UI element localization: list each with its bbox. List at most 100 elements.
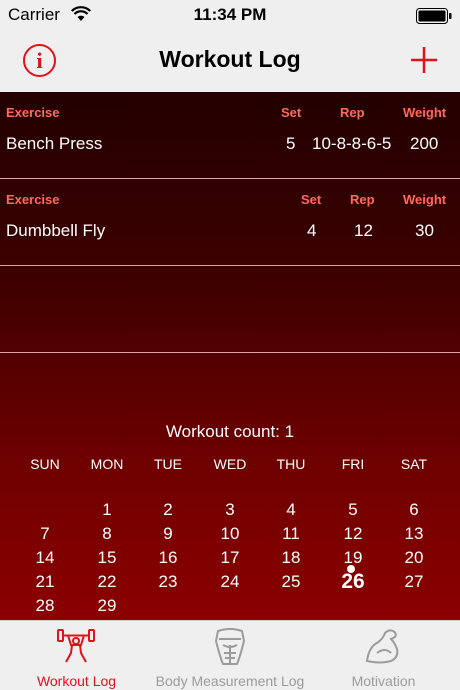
workout-count: Workout count: 1: [165, 422, 295, 441]
tab-body-measurement-log[interactable]: Body Measurement Log: [153, 621, 307, 690]
battery-icon: [416, 8, 452, 24]
calendar-day[interactable]: 27: [383, 570, 445, 594]
calendar-day-label: 20: [404, 548, 424, 567]
tab-motivation[interactable]: Motivation: [307, 621, 460, 690]
weekday-label: THU: [276, 456, 306, 472]
calendar-day[interactable]: 25: [260, 570, 322, 594]
weekday-label: FRI: [341, 456, 365, 472]
calendar-day[interactable]: 10: [199, 522, 261, 546]
tab-label: Motivation: [351, 673, 416, 689]
calendar-day[interactable]: 23: [137, 570, 199, 594]
rep-header: Rep: [350, 192, 375, 207]
rep-header: Rep: [340, 105, 365, 120]
calendar-day[interactable]: 7: [14, 522, 76, 546]
status-bar: Carrier 11:34 PM: [0, 0, 460, 32]
calendar-day[interactable]: 3: [199, 498, 261, 522]
calendar-day-label: 6: [409, 500, 419, 519]
weekday-label: MON: [90, 456, 124, 472]
calendar-day[interactable]: 11: [260, 522, 322, 546]
set-value: 5: [286, 134, 296, 153]
calendar-day-label: 1: [102, 500, 112, 519]
calendar-day-label: 5: [348, 500, 358, 519]
navigation-bar: i Workout Log: [0, 32, 460, 92]
calendar-day-label: 9: [163, 524, 173, 543]
tab-bar: Workout Log Body Measurement Log Motivat…: [0, 620, 460, 690]
calendar-day-label: 27: [404, 572, 424, 591]
calendar-day-label: 10: [220, 524, 240, 543]
calendar-day[interactable]: 6: [383, 498, 445, 522]
calendar-day-label: 21: [35, 572, 55, 591]
calendar-day-label: 8: [102, 524, 112, 543]
body-measurement-icon: [214, 628, 246, 665]
calendar-day[interactable]: 13: [383, 522, 445, 546]
calendar-day[interactable]: 2: [137, 498, 199, 522]
calendar-day-label: 13: [404, 524, 424, 543]
calendar-day[interactable]: 28: [14, 594, 76, 618]
calendar-day[interactable]: 22: [76, 570, 138, 594]
weekday-label: WED: [213, 456, 247, 472]
calendar-day-label: 12: [343, 524, 363, 543]
calendar-day[interactable]: 9: [137, 522, 199, 546]
calendar-day[interactable]: 1: [76, 498, 138, 522]
calendar-day-label: 16: [158, 548, 178, 567]
calendar-day-label: 14: [35, 548, 55, 567]
calendar-day[interactable]: 5: [322, 498, 384, 522]
calendar-day-label: 22: [97, 572, 117, 591]
calendar-day[interactable]: 21: [14, 570, 76, 594]
weight-value: 30: [415, 221, 434, 240]
calendar-day[interactable]: 15: [76, 546, 138, 570]
calendar-day-label: 4: [286, 500, 296, 519]
weightlifter-icon: [57, 629, 95, 663]
tab-label: Body Measurement Log: [155, 673, 305, 689]
calendar-day-label: 3: [225, 500, 235, 519]
calendar-day[interactable]: 4: [260, 498, 322, 522]
set-header: Set: [281, 105, 302, 120]
calendar-day-label: 25: [281, 572, 301, 591]
calendar-day-label: 24: [220, 572, 240, 591]
calendar-day[interactable]: 14: [14, 546, 76, 570]
rep-value: 12: [354, 221, 373, 240]
weight-header: Weight: [403, 105, 447, 120]
calendar-day-label: 11: [282, 524, 300, 543]
calendar-day-label: 28: [35, 596, 55, 615]
workout-marker-icon: [347, 565, 355, 573]
weekday-label: TUE: [154, 456, 182, 472]
calendar-day[interactable]: 24: [199, 570, 261, 594]
calendar-day-label: 2: [163, 500, 173, 519]
tab-workout-log[interactable]: Workout Log: [0, 621, 153, 690]
page-title: Workout Log: [159, 46, 301, 72]
flexed-arm-icon: [365, 629, 399, 664]
calendar-day-label: 17: [220, 548, 240, 567]
exercise-row-dumbbell-fly[interactable]: Exercise Set Rep Weight Dumbbell Fly 4 1…: [0, 179, 460, 266]
calendar-day[interactable]: 18: [260, 546, 322, 570]
exercise-name: Dumbbell Fly: [6, 221, 106, 240]
calendar-day[interactable]: 8: [76, 522, 138, 546]
calendar-day[interactable]: 12: [322, 522, 384, 546]
exercise-row-bench-press[interactable]: Exercise Set Rep Weight Bench Press 5 10…: [0, 92, 460, 179]
rep-value: 10-8-8-6-5: [312, 134, 392, 153]
set-value: 4: [307, 221, 317, 240]
calendar-day[interactable]: 16: [137, 546, 199, 570]
calendar-day-label: 15: [97, 548, 117, 567]
exercise-name: Bench Press: [6, 134, 103, 153]
calendar-day[interactable]: 17: [199, 546, 261, 570]
exercise-header: Exercise: [6, 105, 60, 120]
weight-header: Weight: [403, 192, 447, 207]
calendar-day[interactable]: 26: [322, 565, 384, 594]
empty-row: [0, 266, 460, 353]
calendar-day-label: 26: [341, 570, 365, 593]
calendar-day-label: 29: [97, 596, 117, 615]
weekday-label: SUN: [30, 456, 60, 472]
weight-value: 200: [410, 134, 439, 153]
status-time: 11:34 PM: [193, 5, 267, 24]
tab-label: Workout Log: [36, 673, 117, 689]
calendar-day-label: 19: [343, 548, 363, 567]
calendar-day[interactable]: 29: [76, 594, 138, 618]
exercise-header: Exercise: [6, 192, 60, 207]
add-workout-button[interactable]: [410, 46, 438, 74]
calendar-weekday-header: SUN MON TUE WED THU FRI SAT: [0, 456, 460, 476]
weekday-label: SAT: [400, 456, 428, 472]
calendar-day[interactable]: 20: [383, 546, 445, 570]
workout-content: Exercise Set Rep Weight Bench Press 5 10…: [0, 92, 460, 620]
set-header: Set: [301, 192, 322, 207]
